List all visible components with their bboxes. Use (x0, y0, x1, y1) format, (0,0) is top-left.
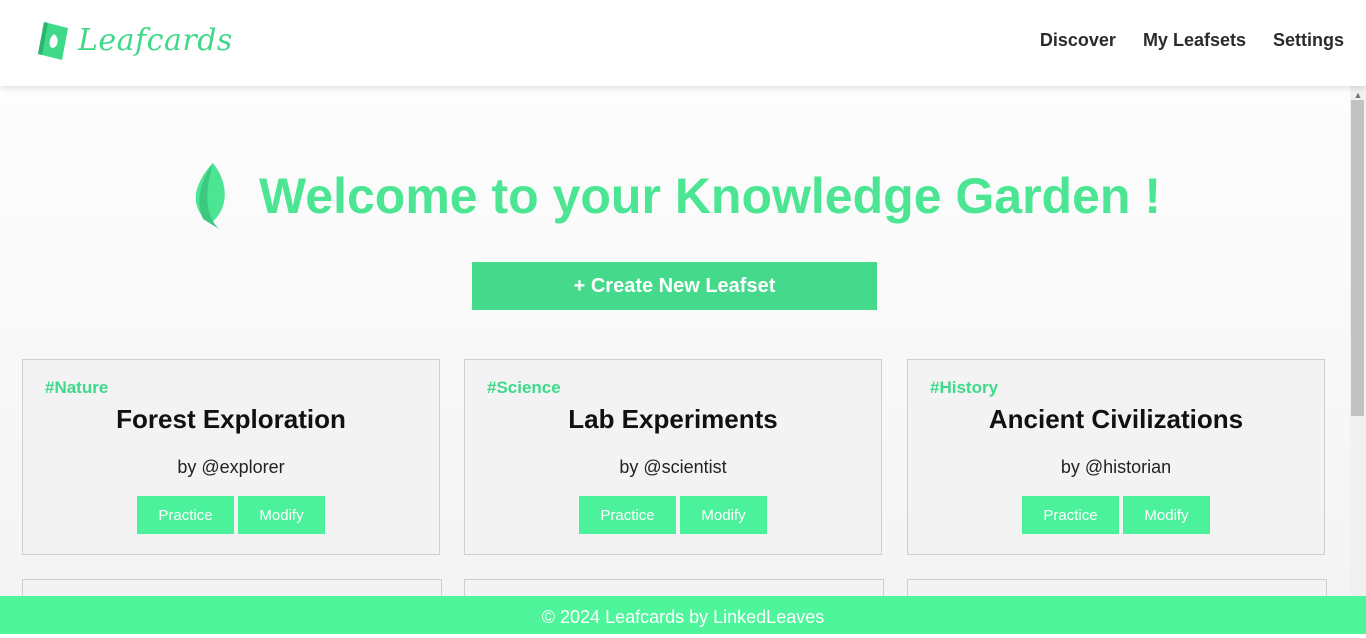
leafset-card: #History Ancient Civilizations by @histo… (907, 359, 1325, 555)
practice-button[interactable]: Practice (1022, 496, 1119, 534)
main-content: Welcome to your Knowledge Garden ! + Cre… (0, 86, 1350, 596)
modify-button[interactable]: Modify (238, 496, 325, 534)
leafset-card-partial (464, 579, 884, 596)
leafset-card-partial (907, 579, 1327, 596)
main-nav: Discover My Leafsets Settings (1013, 30, 1344, 51)
card-title: Forest Exploration (116, 404, 346, 434)
practice-button[interactable]: Practice (137, 496, 234, 534)
modify-button[interactable]: Modify (680, 496, 767, 534)
create-leafset-button[interactable]: + Create New Leafset (472, 262, 877, 310)
card-tag[interactable]: #Science (487, 378, 561, 398)
hero: Welcome to your Knowledge Garden ! (0, 161, 1350, 231)
card-actions: Practice Modify (465, 496, 881, 534)
nav-my-leafsets[interactable]: My Leafsets (1143, 30, 1246, 51)
card-actions: Practice Modify (908, 496, 1324, 534)
card-actions: Practice Modify (23, 496, 439, 534)
logo[interactable]: Leafcards (34, 18, 233, 62)
card-tag[interactable]: #Nature (45, 378, 108, 398)
nav-settings[interactable]: Settings (1273, 30, 1344, 51)
leafset-card: #Nature Forest Exploration by @explorer … (22, 359, 440, 555)
leaf-icon (195, 163, 225, 229)
modify-button[interactable]: Modify (1123, 496, 1210, 534)
card-author: by @historian (1060, 457, 1172, 477)
site-footer: © 2024 Leafcards by LinkedLeaves (0, 596, 1366, 634)
card-tag[interactable]: #History (930, 378, 998, 398)
card-author: by @explorer (177, 457, 285, 477)
card-title: Lab Experiments (568, 404, 778, 434)
scrollbar-thumb[interactable] (1351, 100, 1364, 416)
leafset-card-partial (22, 579, 442, 596)
practice-button[interactable]: Practice (579, 496, 676, 534)
nav-discover[interactable]: Discover (1040, 30, 1116, 51)
site-header: Leafcards Discover My Leafsets Settings (0, 0, 1366, 86)
card-author: by @scientist (619, 457, 727, 477)
logo-text: Leafcards (78, 22, 233, 58)
page-title: Welcome to your Knowledge Garden ! (259, 168, 1161, 224)
page-scrollbar[interactable]: ▲ (1350, 86, 1366, 596)
card-title: Ancient Civilizations (988, 404, 1244, 434)
leaf-card-icon (38, 22, 68, 60)
leafset-card: #Science Lab Experiments by @scientist P… (464, 359, 882, 555)
